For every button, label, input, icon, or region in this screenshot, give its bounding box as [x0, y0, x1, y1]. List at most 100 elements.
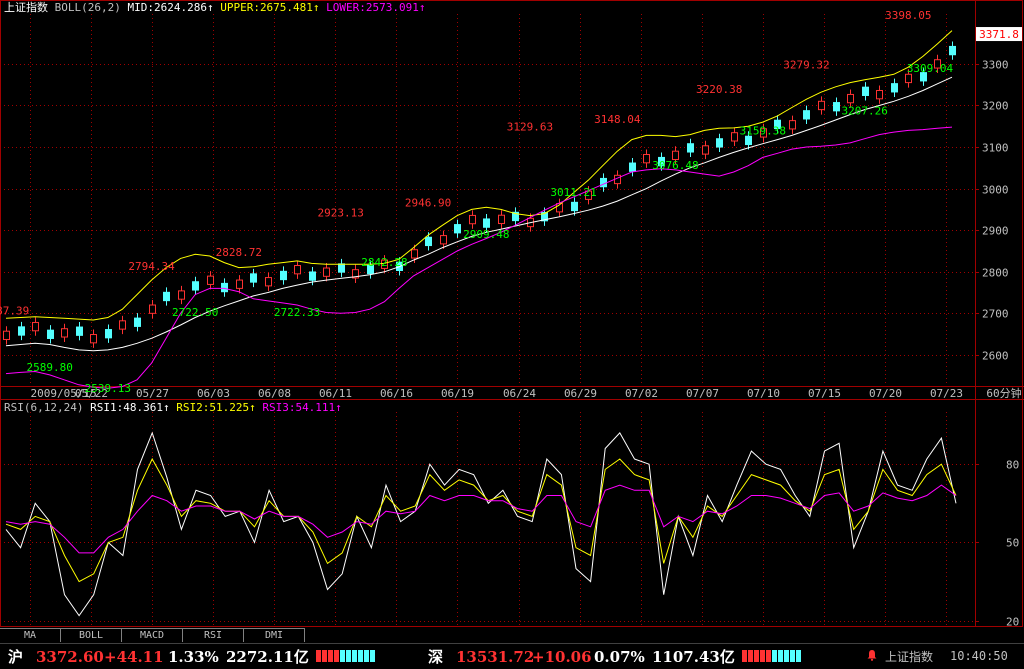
sh-price: 3372.60 — [36, 648, 104, 666]
candle-body — [32, 321, 39, 332]
candle-body — [294, 265, 301, 275]
candle-body — [47, 329, 54, 339]
rsi-indicator-name: RSI(6,12,24) — [4, 401, 84, 414]
sz-percent: 0.07% — [594, 648, 645, 666]
candle-body — [149, 304, 156, 314]
sz-label: 深 — [428, 648, 444, 666]
boll-lower-value: LOWER:2573.091↑ — [326, 1, 426, 14]
time-tick-label: 06/03 — [197, 387, 230, 400]
tab-dmi[interactable]: DMI — [244, 628, 305, 642]
time-tick-label: 06/16 — [380, 387, 413, 400]
alert-bell-icon[interactable] — [866, 649, 878, 661]
candle-body — [3, 330, 10, 341]
candle-body — [280, 270, 287, 281]
rsi1-value: RSI1:48.361↑ — [90, 401, 170, 414]
tab-boll[interactable]: BOLL — [61, 628, 122, 642]
candle-body — [236, 279, 243, 289]
index-select-button[interactable]: 上证指数 — [885, 648, 933, 665]
candle-body — [163, 291, 170, 302]
rsi2-line — [5, 457, 957, 583]
price-annotation: 3398.05 — [885, 9, 931, 22]
time-tick-label: 07/10 — [747, 387, 780, 400]
index-name: 上证指数 — [4, 1, 48, 14]
boll-mid-line — [5, 76, 953, 352]
rsi-header: RSI(6,12,24) RSI1:48.361↑ RSI2:51.225↑ R… — [4, 401, 342, 414]
candle-body — [425, 236, 432, 247]
candle-body — [876, 89, 883, 100]
price-annotation: 2539.13 — [85, 382, 131, 395]
rsi1-line — [5, 431, 957, 617]
price-annotation: 3279.32 — [783, 58, 829, 71]
price-annotation: 2589.80 — [26, 361, 72, 374]
rsi2-value: RSI2:51.225↑ — [176, 401, 256, 414]
candle-body — [411, 249, 418, 259]
price-tick-label: 2800 — [982, 267, 1009, 280]
price-tick-label: 3000 — [982, 184, 1009, 197]
candle-body — [469, 214, 476, 225]
time-tick-label: 07/23 — [930, 387, 963, 400]
price-annotation: 2842.28 — [361, 256, 407, 269]
candle-body — [178, 290, 185, 300]
tab-ma[interactable]: MA — [0, 628, 61, 642]
candle-body — [483, 218, 490, 228]
time-tick-label: 07/02 — [625, 387, 658, 400]
boll-lower-line — [5, 126, 953, 389]
candle-body — [454, 224, 461, 234]
price-annotation: 3129.63 — [507, 121, 553, 134]
tab-rsi[interactable]: RSI — [183, 628, 244, 642]
price-tick-label: 2600 — [982, 350, 1009, 363]
price-annotation: 2722.33 — [274, 306, 320, 319]
boll-upper-line — [5, 30, 953, 321]
last-price-tag-text: 3371.8 — [979, 28, 1019, 41]
candle-body — [847, 93, 854, 104]
candle-body — [192, 281, 199, 291]
candle-body — [803, 110, 810, 120]
status-bar: 沪 3372.60 +44.11 1.33% 2272.11亿 深 13531.… — [0, 643, 1024, 669]
tab-macd[interactable]: MACD — [122, 628, 183, 642]
boll-indicator-name: BOLL(26,2) — [54, 1, 121, 14]
price-annotation: 3076.48 — [652, 159, 698, 172]
time-tick-label: 05/27 — [136, 387, 169, 400]
time-tick-label: 07/07 — [686, 387, 719, 400]
chart-canvas: 260027002800290030003100320033002009/05/… — [0, 0, 1024, 628]
candle-body — [61, 328, 68, 338]
price-tick-label: 3100 — [982, 142, 1009, 155]
candle-body — [134, 317, 141, 327]
sz-price: 13531.72 — [456, 648, 535, 666]
rsi-tick-label: 80 — [1006, 459, 1019, 472]
candle-body — [687, 143, 694, 153]
indicator-tab-bar: MA BOLL MACD RSI DMI — [0, 628, 1024, 642]
price-annotation: 2687.39 — [0, 305, 29, 318]
time-tick-label: 07/20 — [869, 387, 902, 400]
price-annotation: 3220.38 — [696, 83, 742, 96]
sh-percent: 1.33% — [168, 648, 219, 666]
candle-body — [862, 86, 869, 96]
time-tick-label: 06/11 — [319, 387, 352, 400]
candle-body — [221, 282, 228, 293]
sh-volume-bars — [316, 650, 376, 662]
price-annotation: 2923.13 — [318, 207, 364, 220]
candle-body — [731, 132, 738, 142]
time-tick-label: 06/24 — [503, 387, 536, 400]
candle-body — [818, 100, 825, 111]
price-tick-label: 3200 — [982, 100, 1009, 113]
time-tick-label: 06/19 — [441, 387, 474, 400]
sh-amount: 2272.11亿 — [226, 648, 309, 666]
rsi-tick-label: 20 — [1006, 616, 1019, 629]
price-annotation: 3159.38 — [740, 124, 786, 137]
boll-upper-value: UPPER:2675.481↑ — [220, 1, 320, 14]
price-annotation: 3207.26 — [841, 104, 887, 117]
candle-body — [498, 214, 505, 225]
candle-body — [629, 162, 636, 172]
candle-body — [440, 235, 447, 245]
price-annotation: 2828.72 — [216, 246, 262, 259]
candle-body — [789, 120, 796, 130]
price-tick-label: 2900 — [982, 225, 1009, 238]
candle-body — [207, 275, 214, 285]
candle-body — [250, 273, 257, 283]
candle-body — [18, 326, 25, 336]
rsi3-value: RSI3:54.111↑ — [262, 401, 342, 414]
candle-body — [90, 334, 97, 344]
candle-body — [905, 73, 912, 84]
price-annotation: 3011.21 — [550, 186, 596, 199]
